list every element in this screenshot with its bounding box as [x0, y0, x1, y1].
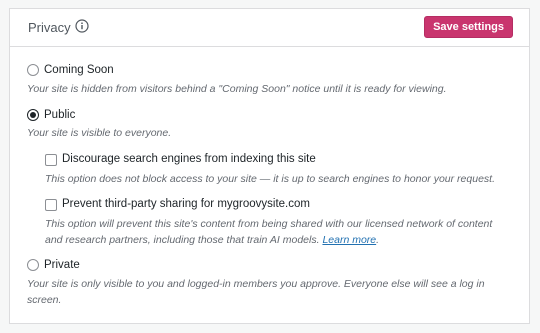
discourage-search-description: This option does not block access to you… [45, 173, 495, 185]
public-label[interactable]: Public [44, 109, 75, 121]
prevent-sharing-description-line1: This option will prevent this site's con… [45, 218, 493, 230]
coming-soon-description: Your site is hidden from visitors behind… [27, 83, 447, 95]
private-description-line1: Your site is only visible to you and log… [27, 278, 485, 290]
learn-more-link[interactable]: Learn more [322, 234, 376, 246]
prevent-sharing-description-line2: and research partners, including those t… [45, 232, 379, 248]
info-icon[interactable] [75, 19, 89, 33]
prevent-sharing-description-text: and research partners, including those t… [45, 234, 320, 246]
card-header: Privacy Save settings [10, 9, 529, 47]
prevent-sharing-checkbox[interactable] [45, 199, 57, 211]
card-title: Privacy [28, 20, 71, 35]
discourage-search-label[interactable]: Discourage search engines from indexing … [62, 153, 316, 165]
save-settings-button[interactable]: Save settings [424, 16, 513, 38]
prevent-sharing-label[interactable]: Prevent third-party sharing for mygroovy… [62, 198, 310, 210]
public-description: Your site is visible to everyone. [27, 127, 172, 139]
privacy-settings-card: Privacy Save settings Coming Soon Your s… [9, 8, 530, 324]
discourage-search-checkbox[interactable] [45, 154, 57, 166]
learn-more-period: . [376, 234, 380, 246]
private-label[interactable]: Private [44, 259, 80, 271]
public-radio[interactable] [27, 109, 39, 121]
private-description-line2: screen. [27, 294, 62, 306]
coming-soon-radio[interactable] [27, 64, 39, 76]
private-radio[interactable] [27, 259, 39, 271]
coming-soon-label[interactable]: Coming Soon [44, 64, 114, 76]
